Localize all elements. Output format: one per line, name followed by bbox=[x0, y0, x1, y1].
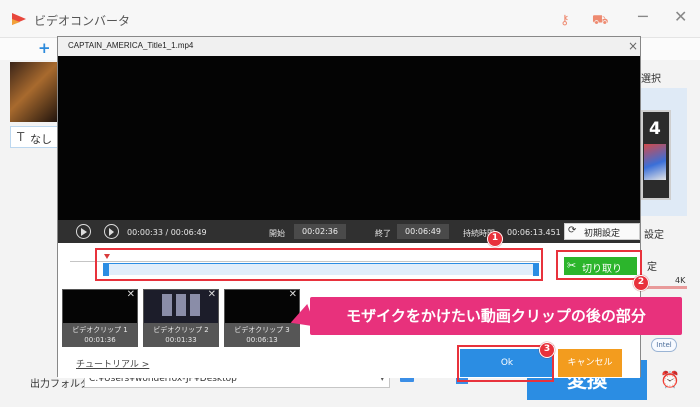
current-time: 00:00:33 / 00:06:49 bbox=[127, 228, 207, 237]
step-badge: 2 bbox=[633, 275, 649, 291]
reset-label: 初期設定 bbox=[584, 229, 621, 239]
alarm-icon[interactable]: ⏰ bbox=[660, 370, 680, 389]
fixed-label: 定 bbox=[647, 262, 657, 273]
clip-art bbox=[176, 294, 186, 316]
step-badge: 1 bbox=[487, 231, 503, 247]
clip-art bbox=[190, 294, 200, 316]
clip-name: ビデオクリップ 3 bbox=[234, 326, 290, 334]
subtitle-icon: T bbox=[17, 130, 25, 144]
cancel-button[interactable]: キャンセル bbox=[558, 349, 622, 377]
clip-name: ビデオクリップ 1 bbox=[72, 326, 128, 334]
highlight-cut-button bbox=[556, 250, 642, 280]
tutorial-link[interactable]: チュートリアル > bbox=[76, 357, 149, 370]
subtitle-value: なし bbox=[30, 133, 52, 146]
settings-label[interactable]: 設定 bbox=[644, 226, 664, 241]
add-file-icon[interactable]: + bbox=[38, 39, 51, 57]
cart-icon[interactable]: ⛟ bbox=[592, 13, 608, 30]
highlight-timeline bbox=[95, 248, 543, 281]
clip-duration: 00:01:33 bbox=[165, 336, 197, 344]
duration-value: 00:06:13.451 bbox=[507, 228, 561, 237]
dialog-title: CAPTAIN_AMERICA_Title1_1.mp4 bbox=[68, 41, 194, 50]
format-card-art bbox=[644, 144, 666, 180]
clip-close-icon[interactable]: ✕ bbox=[289, 289, 297, 300]
play-icon[interactable] bbox=[76, 224, 91, 239]
callout-banner: モザイクをかけたい動画クリップの後の部分 bbox=[310, 297, 682, 335]
end-label: 終了 bbox=[375, 229, 391, 238]
step-badge: 3 bbox=[539, 342, 555, 358]
app-close-button[interactable]: ✕ bbox=[674, 9, 687, 25]
next-frame-icon[interactable] bbox=[104, 224, 119, 239]
minimize-button[interactable]: ─ bbox=[638, 9, 648, 25]
app-logo-icon bbox=[12, 13, 26, 25]
quality-4k-label: 4K bbox=[675, 276, 686, 285]
video-thumbnail[interactable] bbox=[10, 62, 58, 122]
format-select-label[interactable]: 選択 bbox=[641, 70, 661, 85]
clip-name: ビデオクリップ 2 bbox=[153, 326, 209, 334]
intel-toggle[interactable]: Intel bbox=[651, 338, 677, 352]
clip-close-icon[interactable]: ✕ bbox=[208, 289, 216, 300]
video-preview[interactable] bbox=[58, 56, 640, 220]
refresh-icon: ⟳ bbox=[568, 225, 577, 236]
clip-duration: 00:06:13 bbox=[246, 336, 278, 344]
clip-close-icon[interactable]: ✕ bbox=[127, 289, 135, 300]
format-card-label: 4 bbox=[649, 119, 661, 139]
app-title: ビデオコンバータ bbox=[34, 14, 131, 28]
clip-duration: 00:01:36 bbox=[84, 336, 116, 344]
clip-item[interactable]: ✕ ビデオクリップ 1 00:01:36 bbox=[62, 289, 138, 347]
clip-art bbox=[162, 294, 172, 316]
end-time-field[interactable]: 00:06:49 bbox=[397, 224, 449, 239]
key-icon[interactable]: ⚷ bbox=[560, 13, 570, 28]
start-label: 開始 bbox=[269, 229, 285, 238]
dialog-close-button[interactable]: × bbox=[628, 39, 638, 53]
start-time-field[interactable]: 00:02:36 bbox=[294, 224, 346, 239]
clip-item[interactable]: ✕ ビデオクリップ 2 00:01:33 bbox=[143, 289, 219, 347]
